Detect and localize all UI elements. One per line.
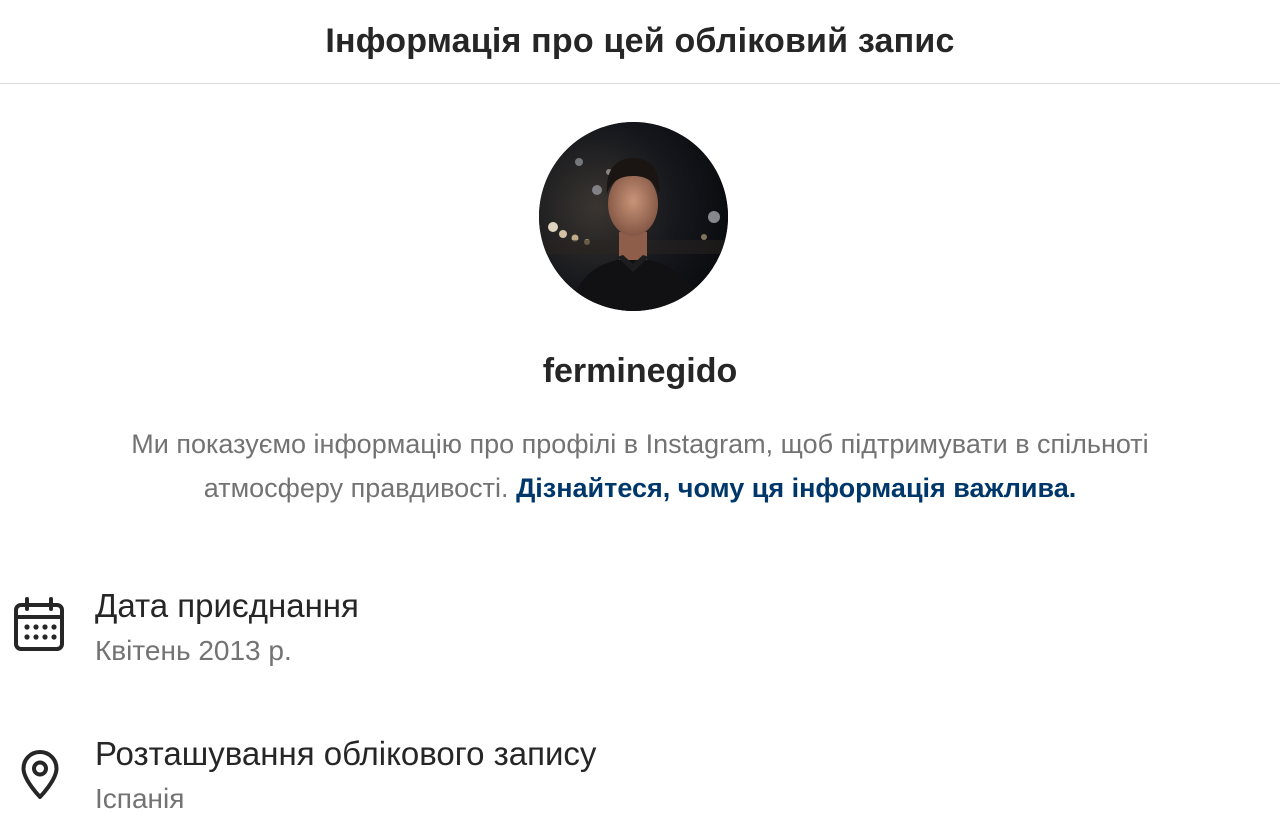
profile-photo [539,122,728,311]
account-location-label: Розташування облікового запису [95,735,597,772]
learn-why-link[interactable]: Дізнайтеся, чому ця інформація важлива. [516,473,1076,503]
dialog-header: Інформація про цей обліковий запис [0,0,1280,84]
username: ferminegido [542,352,738,390]
dialog-title: Інформація про цей обліковий запис [325,22,955,60]
transparency-notice: Ми показуємо інформацію про профілі в In… [80,422,1200,510]
calendar-icon [12,597,66,658]
avatar [539,122,728,311]
join-date-value: Квітень 2013 р. [95,635,292,666]
account-location-value: Іспанія [95,783,185,814]
join-date-label: Дата приєднання [95,587,359,624]
location-pin-icon [20,749,60,806]
